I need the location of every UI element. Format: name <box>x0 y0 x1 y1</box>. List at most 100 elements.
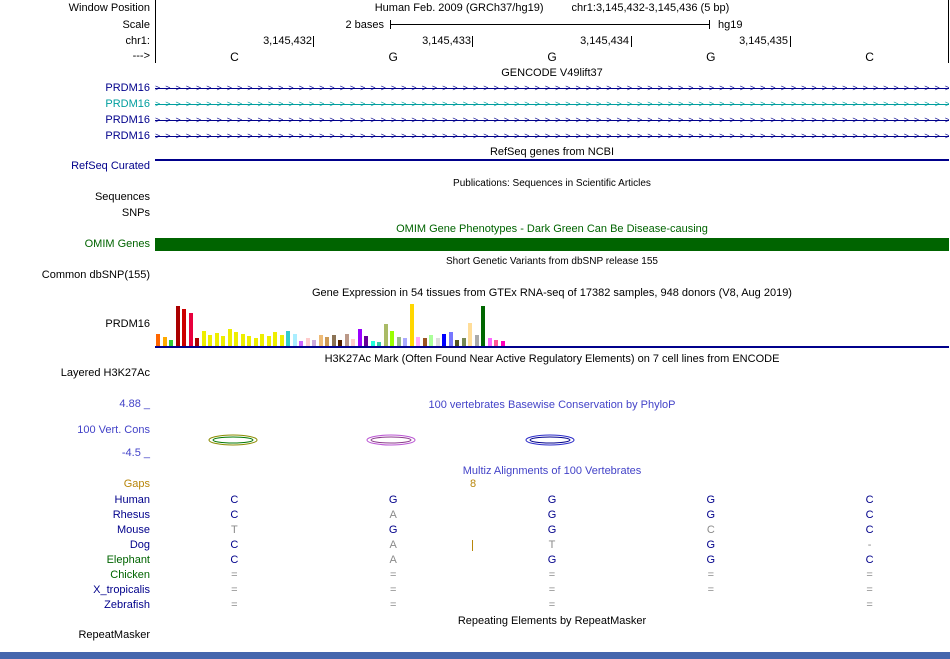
gtex-tissue-bar[interactable] <box>409 304 414 346</box>
h3k27ac-track-header[interactable]: H3K27Ac Mark (Often Found Near Active Re… <box>155 353 949 366</box>
gtex-tissue-bar[interactable] <box>442 334 446 346</box>
gtex-tissue-bar[interactable] <box>481 306 485 346</box>
align-base: - <box>867 539 872 551</box>
align-base: = <box>866 569 873 581</box>
gtex-tissue-bar[interactable] <box>305 338 310 346</box>
coordinate-label-2: 3,145,433 <box>422 35 471 47</box>
gtex-tissue-bar[interactable] <box>383 324 388 346</box>
species-label[interactable]: Zebrafish <box>0 598 150 613</box>
dbsnp-track-header[interactable]: Short Genetic Variants from dbSNP releas… <box>155 255 949 268</box>
gtex-tissue-bar[interactable] <box>331 335 336 346</box>
gtex-tissue-bar[interactable] <box>487 338 492 346</box>
gtex-tissue-bar[interactable] <box>201 331 206 346</box>
gtex-tissue-bar[interactable] <box>247 336 251 346</box>
gencode-track-header[interactable]: GENCODE V49lift37 <box>155 67 949 80</box>
gencode-gene-label[interactable]: PRDM16 <box>0 98 150 111</box>
sequences-label[interactable]: Sequences <box>0 191 150 204</box>
gtex-tissue-bar[interactable] <box>416 337 420 346</box>
gtex-tissue-bar[interactable] <box>227 329 232 346</box>
repeatmasker-track-header[interactable]: Repeating Elements by RepeatMasker <box>155 615 949 628</box>
omim-track-header[interactable]: OMIM Gene Phenotypes - Dark Green Can Be… <box>155 223 949 236</box>
gencode-gene-label[interactable]: PRDM16 <box>0 82 150 95</box>
gtex-tissue-bar[interactable] <box>396 337 401 346</box>
gtex-tissue-bar[interactable] <box>214 333 219 346</box>
align-row-x_tropicalis[interactable]: X_tropicalis = = = = = <box>0 583 950 598</box>
gencode-transcript[interactable]: >>>>>>>>>>>>>>>>>>>>>>>>>>>>>>>>>>>>>>>>… <box>155 115 949 126</box>
gtex-gene-label[interactable]: PRDM16 <box>0 318 150 331</box>
align-row-mouse[interactable]: Mouse T G G C C <box>0 523 950 538</box>
gtex-tissue-bar[interactable] <box>195 338 199 346</box>
align-row-dog[interactable]: Dog C A T G - <box>0 538 950 553</box>
coordinate-label-3: 3,145,434 <box>580 35 629 47</box>
align-base: C <box>865 524 874 536</box>
layered-h3k27ac-label[interactable]: Layered H3K27Ac <box>0 367 150 380</box>
gencode-transcript[interactable]: >>>>>>>>>>>>>>>>>>>>>>>>>>>>>>>>>>>>>>>>… <box>155 99 949 110</box>
species-label[interactable]: Rhesus <box>0 508 150 523</box>
gtex-tissue-bar[interactable] <box>325 337 329 346</box>
align-row-rhesus[interactable]: Rhesus C A G G C <box>0 508 950 523</box>
conservation-label[interactable]: 100 Vert. Cons <box>0 424 150 437</box>
gtex-tissue-bar[interactable] <box>182 309 186 346</box>
species-label[interactable]: Chicken <box>0 568 150 583</box>
gtex-tissue-bar[interactable] <box>234 332 238 346</box>
gencode-gene-label[interactable]: PRDM16 <box>0 114 150 127</box>
coordinate-label-4: 3,145,435 <box>739 35 788 47</box>
gtex-tissue-bar[interactable] <box>468 323 472 346</box>
gtex-tissue-bar[interactable] <box>422 338 427 346</box>
gtex-tissue-bar[interactable] <box>364 336 368 346</box>
gtex-tissue-bar[interactable] <box>429 335 433 346</box>
gtex-tissue-bar[interactable] <box>240 334 245 346</box>
gtex-tissue-bar[interactable] <box>390 331 394 346</box>
gtex-tissue-bar[interactable] <box>266 336 271 346</box>
gencode-transcript[interactable]: >>>>>>>>>>>>>>>>>>>>>>>>>>>>>>>>>>>>>>>>… <box>155 131 949 142</box>
publications-track-header[interactable]: Publications: Sequences in Scientific Ar… <box>155 177 949 190</box>
conservation-track-header[interactable]: 100 vertebrates Basewise Conservation by… <box>155 399 949 412</box>
align-base: T <box>231 524 238 536</box>
gtex-tissue-bar[interactable] <box>403 338 407 346</box>
gtex-tissue-bar[interactable] <box>286 331 290 346</box>
omim-genes-label[interactable]: OMIM Genes <box>0 238 150 251</box>
gtex-tissue-bar[interactable] <box>351 339 355 346</box>
refseq-curated-label[interactable]: RefSeq Curated <box>0 160 150 173</box>
gtex-tissue-bar[interactable] <box>221 336 225 346</box>
refseq-track-header[interactable]: RefSeq genes from NCBI <box>155 146 949 159</box>
gtex-tissue-bar[interactable] <box>188 313 193 346</box>
align-row-human[interactable]: Human C G G G C <box>0 493 950 508</box>
gtex-tissue-bar[interactable] <box>273 332 277 346</box>
gtex-tissue-bar[interactable] <box>162 337 167 346</box>
gtex-tissue-bar[interactable] <box>208 335 212 346</box>
gencode-gene-label[interactable]: PRDM16 <box>0 130 150 143</box>
gtex-tissue-bar[interactable] <box>435 338 440 346</box>
align-row-elephant[interactable]: Elephant C A G G C <box>0 553 950 568</box>
gtex-tissue-bar[interactable] <box>448 332 453 346</box>
window-position-label: Window Position <box>68 2 150 14</box>
align-row-chicken[interactable]: Chicken = = = = = <box>0 568 950 583</box>
gtex-track-header[interactable]: Gene Expression in 54 tissues from GTEx … <box>155 287 949 300</box>
gtex-tissue-bar[interactable] <box>175 306 180 346</box>
species-label[interactable]: Mouse <box>0 523 150 538</box>
gtex-tissue-bar[interactable] <box>292 334 297 346</box>
gtex-tissue-bar[interactable] <box>357 329 362 346</box>
gtex-tissue-bar[interactable] <box>253 338 258 346</box>
align-base: = <box>866 599 873 611</box>
species-label[interactable]: X_tropicalis <box>0 583 150 598</box>
species-label[interactable]: Dog <box>0 538 150 553</box>
multiz-track-header[interactable]: Multiz Alignments of 100 Vertebrates <box>155 465 949 478</box>
omim-genes-bar[interactable] <box>155 238 949 251</box>
gencode-transcript[interactable]: >>>>>>>>>>>>>>>>>>>>>>>>>>>>>>>>>>>>>>>>… <box>155 83 949 94</box>
gtex-tissue-bar[interactable] <box>461 338 466 346</box>
common-dbsnp-label[interactable]: Common dbSNP(155) <box>0 269 150 282</box>
gtex-tissue-bar[interactable] <box>260 334 264 346</box>
species-label[interactable]: Human <box>0 493 150 508</box>
species-label[interactable]: Elephant <box>0 553 150 568</box>
snps-label[interactable]: SNPs <box>0 207 150 220</box>
gtex-tissue-bar[interactable] <box>344 334 349 346</box>
gaps-label[interactable]: Gaps <box>0 478 150 491</box>
gtex-tissue-bar[interactable] <box>318 335 323 346</box>
refseq-feature-bar[interactable] <box>155 159 949 161</box>
gtex-tissue-bar[interactable] <box>279 335 284 346</box>
repeatmasker-label[interactable]: RepeatMasker <box>0 629 150 642</box>
align-row-zebrafish[interactable]: Zebrafish = = = = <box>0 598 950 613</box>
gtex-tissue-bar[interactable] <box>156 334 160 346</box>
gtex-tissue-bar[interactable] <box>474 335 479 346</box>
